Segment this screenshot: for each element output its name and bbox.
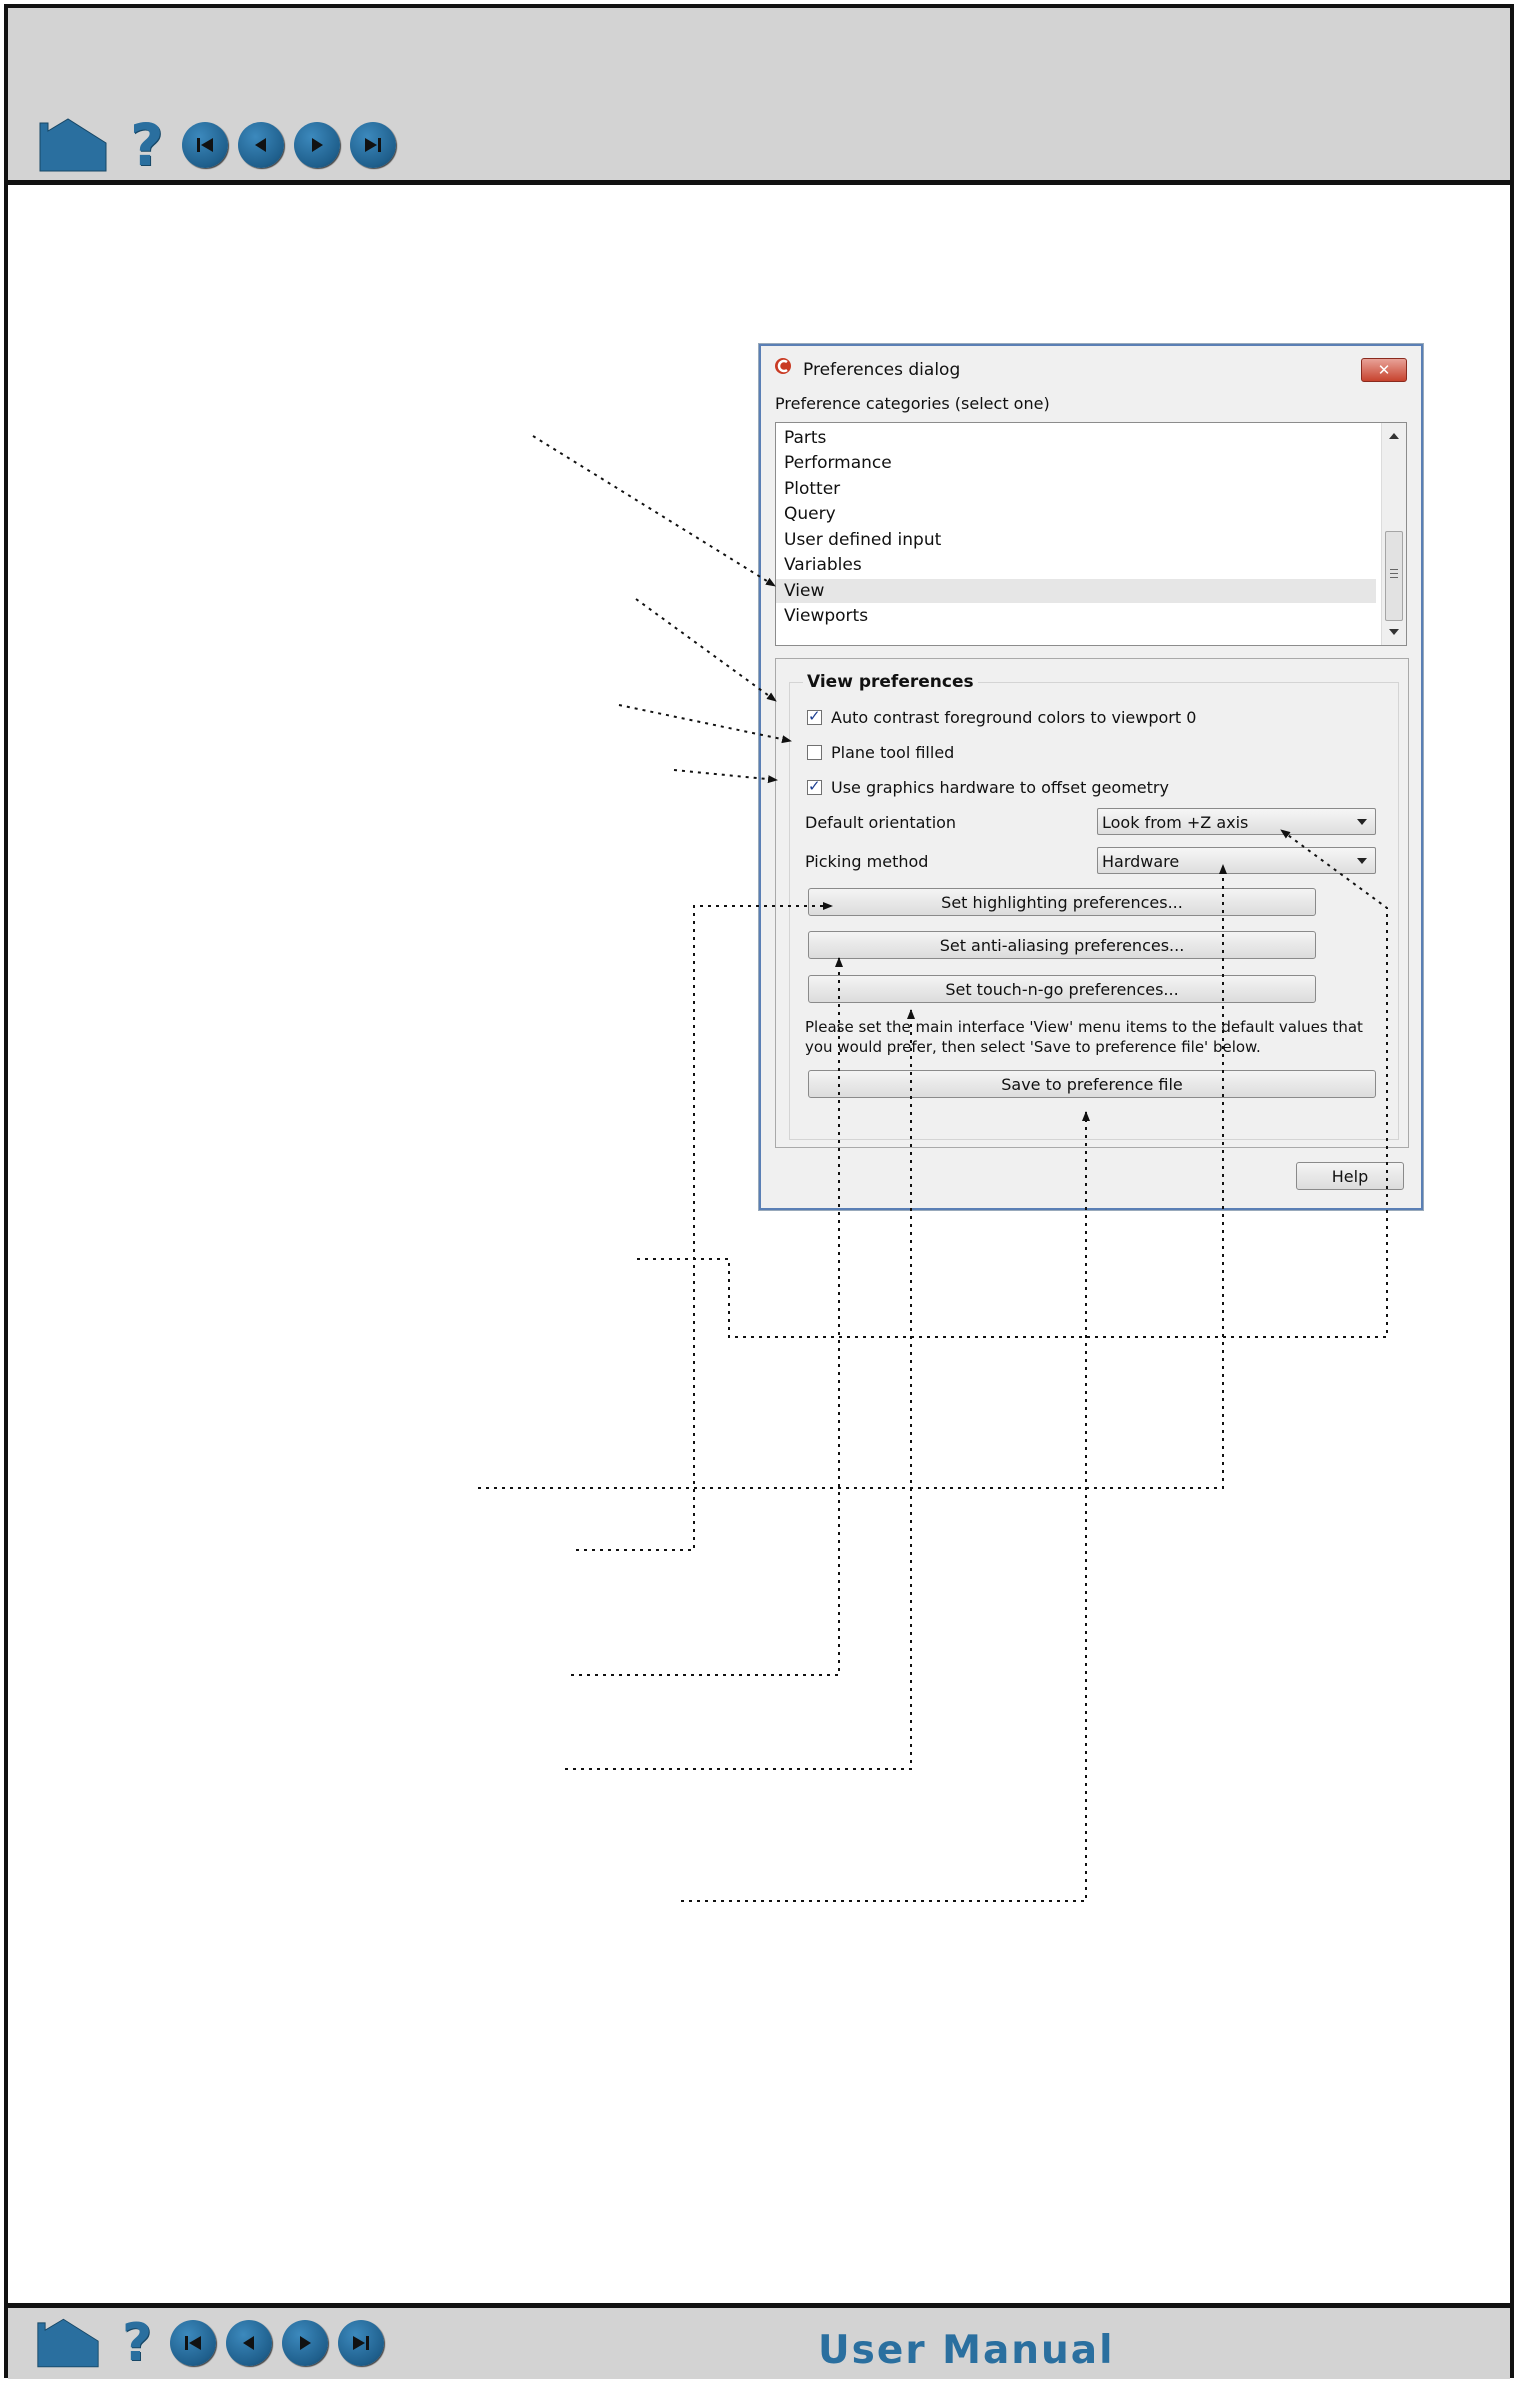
checkbox-label: Plane tool filled xyxy=(831,743,955,762)
checkbox-box[interactable] xyxy=(807,745,822,760)
preferences-dialog: Preferences dialog ✕ Preference categori… xyxy=(759,344,1423,1210)
footer-title: User Manual xyxy=(818,2328,1115,2373)
last-page-icon[interactable] xyxy=(349,122,396,168)
chevron-down-icon xyxy=(1357,858,1367,864)
chevron-down-icon xyxy=(1357,819,1367,825)
categories-list[interactable]: Parts Performance Plotter Query User def… xyxy=(775,422,1407,646)
picking-method-select[interactable]: Hardware xyxy=(1097,847,1376,874)
bottom-nav-buttons: ? xyxy=(36,2316,394,2370)
app-logo-icon xyxy=(775,358,791,374)
dialog-title: Preferences dialog xyxy=(803,360,961,380)
first-page-icon[interactable] xyxy=(170,2320,217,2366)
list-item-parts[interactable]: Parts xyxy=(776,426,1376,450)
instruction-note: Please set the main interface 'View' men… xyxy=(805,1018,1363,1056)
help-button[interactable]: Help xyxy=(1296,1162,1404,1190)
list-item-plotter[interactable]: Plotter xyxy=(776,477,1376,501)
list-item-user-defined-input[interactable]: User defined input xyxy=(776,528,1376,552)
default-orientation-select[interactable]: Look from +Z axis xyxy=(1097,808,1376,835)
checkbox-label: Auto contrast foreground colors to viewp… xyxy=(831,708,1197,727)
top-nav-buttons: ? xyxy=(38,116,406,174)
list-item-viewports[interactable]: Viewports xyxy=(776,604,1376,628)
checkbox-box[interactable]: ✓ xyxy=(807,777,822,795)
set-anti-aliasing-button[interactable]: Set anti-aliasing preferences... xyxy=(808,931,1316,959)
checkmark-icon: ✓ xyxy=(808,707,821,725)
help-icon[interactable]: ? xyxy=(122,2317,152,2369)
next-page-icon[interactable] xyxy=(282,2320,329,2366)
checkbox-graphics-hardware-offset[interactable]: ✓ Use graphics hardware to offset geomet… xyxy=(807,777,1169,797)
checkbox-plane-tool-filled[interactable]: Plane tool filled xyxy=(807,743,954,762)
checkmark-icon: ✓ xyxy=(808,777,821,795)
next-page-icon[interactable] xyxy=(293,122,340,168)
home-icon[interactable] xyxy=(36,2316,100,2370)
set-highlighting-button[interactable]: Set highlighting preferences... xyxy=(808,888,1316,916)
first-page-icon[interactable] xyxy=(181,122,228,168)
list-item-variables[interactable]: Variables xyxy=(776,553,1376,577)
checkbox-box[interactable]: ✓ xyxy=(807,707,822,725)
checkbox-auto-contrast[interactable]: ✓ Auto contrast foreground colors to vie… xyxy=(807,707,1197,727)
list-item-view[interactable]: View xyxy=(776,579,1376,603)
default-orientation-value: Look from +Z axis xyxy=(1102,813,1249,832)
last-page-icon[interactable] xyxy=(338,2320,385,2366)
help-icon[interactable]: ? xyxy=(130,116,164,174)
picking-method-value: Hardware xyxy=(1102,852,1180,871)
scrollbar-thumb[interactable] xyxy=(1385,531,1403,621)
list-scrollbar[interactable] xyxy=(1381,423,1406,645)
home-icon[interactable] xyxy=(38,117,108,173)
save-to-preference-file-button[interactable]: Save to preference file xyxy=(808,1070,1376,1098)
top-nav-bar: ? xyxy=(8,8,1510,185)
close-icon: ✕ xyxy=(1377,361,1391,379)
default-orientation-label: Default orientation xyxy=(805,813,957,832)
scroll-down-icon[interactable] xyxy=(1389,629,1399,635)
set-touch-n-go-button[interactable]: Set touch-n-go preferences... xyxy=(808,975,1316,1003)
dialog-title-bar[interactable]: Preferences dialog ✕ xyxy=(761,346,1421,382)
close-button[interactable]: ✕ xyxy=(1361,358,1407,382)
previous-page-icon[interactable] xyxy=(226,2320,273,2366)
scroll-up-icon[interactable] xyxy=(1389,433,1399,439)
list-item-performance[interactable]: Performance xyxy=(776,451,1376,475)
picking-method-label: Picking method xyxy=(805,852,929,871)
bottom-nav-bar: ? User Manual xyxy=(8,2303,1510,2379)
categories-label: Preference categories (select one) xyxy=(775,394,1050,413)
previous-page-icon[interactable] xyxy=(237,122,284,168)
group-title: View preferences xyxy=(803,672,978,692)
checkbox-label: Use graphics hardware to offset geometry xyxy=(831,778,1169,797)
list-item-query[interactable]: Query xyxy=(776,502,1376,526)
